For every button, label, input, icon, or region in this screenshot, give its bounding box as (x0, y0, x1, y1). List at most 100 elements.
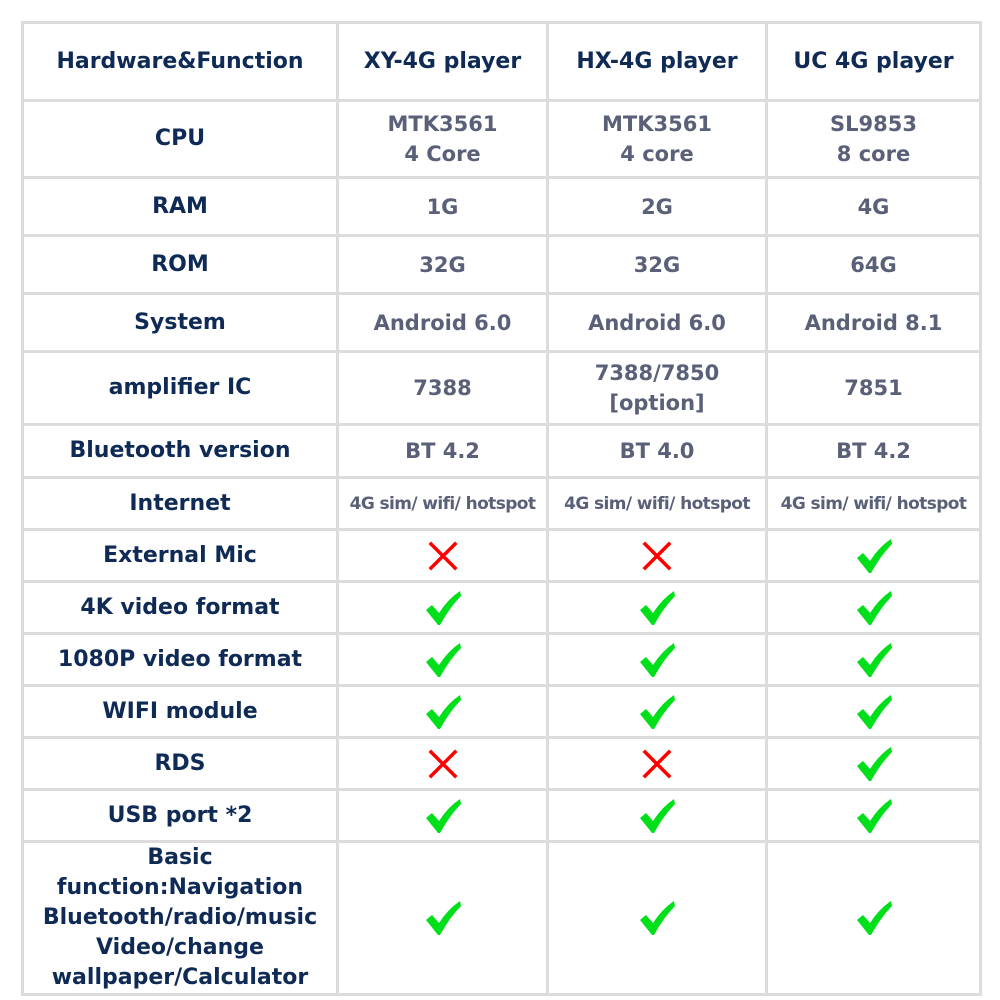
value-cell (546, 788, 768, 843)
value-line: 32G (633, 252, 681, 277)
label-line: RDS (154, 750, 206, 776)
value-cell (546, 632, 768, 687)
check-icon (855, 901, 893, 935)
table-row: RDS (21, 736, 982, 791)
value-cell: 32G (336, 234, 549, 295)
value-cell (336, 788, 549, 843)
table-row: CPU MTK3561 4 Core MTK3561 4 core SL9853 8 cor… (21, 99, 982, 179)
label-line: Basic function:Navigation (56, 845, 304, 900)
value-cell: Android 6.0 (336, 292, 549, 353)
table-row: RAM 1G 2G 4G (21, 176, 982, 237)
header-cell: Hardware&Function (21, 21, 339, 102)
value-cell (765, 632, 982, 687)
check-icon (855, 590, 893, 625)
value-line: Android 6.0 (588, 310, 726, 335)
value-cell (765, 840, 982, 996)
check-icon (424, 798, 462, 833)
check-icon (638, 642, 676, 677)
row-label: USB port *2 (21, 788, 339, 843)
table-row: External Mic (21, 528, 982, 583)
table-row: 4K video format (21, 580, 982, 635)
value-cell (546, 528, 768, 583)
check-icon (855, 538, 893, 573)
label-line: wallpaper/Calculator (51, 965, 309, 990)
value-cell (336, 684, 549, 739)
table-row: Bluetooth version BT 4.2 BT 4.0 BT 4.2 (21, 423, 982, 479)
table-row: 1080P video format (21, 632, 982, 687)
value-cell: 7851 (765, 350, 982, 426)
row-label: Internet (21, 476, 339, 531)
value-cell: 1G (336, 176, 549, 237)
value-line: 4 core (620, 142, 694, 166)
value-cell (546, 580, 768, 635)
value-cell: 7388/7850 [option] (546, 350, 768, 426)
value-cell (546, 736, 768, 791)
check-icon (855, 642, 893, 677)
header-cell: HX-4G player (546, 21, 768, 102)
value-line: BT 4.0 (619, 439, 695, 463)
label-line: CPU (154, 126, 206, 151)
value-cell (765, 528, 982, 583)
check-icon (424, 694, 462, 729)
label-line: WIFI module (102, 698, 258, 724)
row-label: RAM (21, 176, 339, 237)
table-row: USB port *2 (21, 788, 982, 843)
value-cell: MTK3561 4 core (546, 99, 768, 179)
value-cell: 7388 (336, 350, 549, 426)
value-cell: 4G sim/ wifi/ hotspot (546, 476, 768, 531)
cross-icon (642, 541, 672, 571)
row-label: External Mic (21, 528, 339, 583)
table-row: System Android 6.0 Android 6.0 Android 8.1 (21, 292, 982, 353)
row-label: CPU (21, 99, 339, 179)
header-cell: XY-4G player (336, 21, 549, 102)
table-row: amplifier IC 7388 7388/7850 [option] 7851 (21, 350, 982, 426)
label-line: System (134, 309, 226, 335)
table-row: Internet 4G sim/ wifi/ hotspot 4G sim/ wif… (21, 476, 982, 531)
check-icon (855, 798, 893, 833)
value-cell: MTK3561 4 Core (336, 99, 549, 179)
comparison-table: Hardware&Function XY-4G player HX-4G pla… (21, 21, 982, 996)
value-cell: 4G (765, 176, 982, 237)
label-line: RAM (152, 193, 208, 219)
row-label: WIFI module (21, 684, 339, 739)
row-label: Bluetooth version (21, 423, 339, 479)
label-line: Video/change (96, 935, 264, 960)
label-line: Bluetooth version (69, 438, 291, 463)
check-icon (638, 901, 676, 935)
value-cell: BT 4.2 (336, 423, 549, 479)
value-cell (765, 684, 982, 739)
row-label: Basic function:Navigation Bluetooth/radio… (21, 840, 339, 996)
value-cell: 2G (546, 176, 768, 237)
value-cell: 64G (765, 234, 982, 295)
cross-icon (642, 749, 672, 779)
row-label: ROM (21, 234, 339, 295)
value-cell: 4G sim/ wifi/ hotspot (336, 476, 549, 531)
value-cell (336, 840, 549, 996)
value-cell: 4G sim/ wifi/ hotspot (765, 476, 982, 531)
check-icon (855, 746, 893, 781)
value-cell (765, 736, 982, 791)
value-cell: 32G (546, 234, 768, 295)
value-cell (765, 788, 982, 843)
value-cell: BT 4.2 (765, 423, 982, 479)
table-row: Basic function:Navigation Bluetooth/radio… (21, 840, 982, 996)
row-label: 4K video format (21, 580, 339, 635)
value-line: [option] (609, 391, 705, 415)
value-cell (546, 684, 768, 739)
value-line: 4G sim/ wifi/ hotspot (780, 493, 967, 514)
value-line: BT 4.2 (836, 439, 911, 463)
table-row: ROM 32G 32G 64G (21, 234, 982, 295)
value-line: 4G sim/ wifi/ hotspot (564, 493, 750, 514)
value-cell: BT 4.0 (546, 423, 768, 479)
value-cell: Android 6.0 (546, 292, 768, 353)
table-row: WIFI module (21, 684, 982, 739)
cross-icon (428, 749, 458, 779)
label-line: USB port *2 (107, 802, 253, 828)
check-icon (638, 590, 676, 625)
value-line: 8 core (836, 142, 911, 166)
label-line: amplifier IC (108, 375, 252, 400)
value-cell (336, 736, 549, 791)
value-line: 7851 (844, 376, 903, 400)
row-label: RDS (21, 736, 339, 791)
value-line: Android 8.1 (804, 310, 943, 335)
